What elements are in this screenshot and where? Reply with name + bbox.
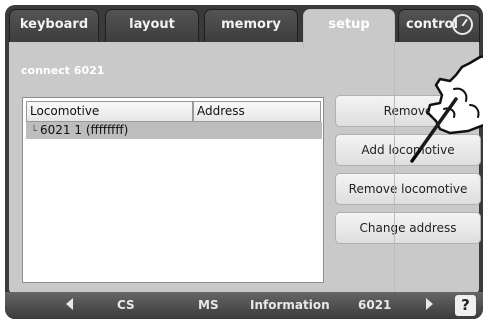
- tab-layout-label: layout: [129, 17, 175, 32]
- arrow-right-icon[interactable]: [426, 298, 434, 313]
- tab-setup-label: setup: [328, 17, 370, 32]
- tab-memory-label: memory: [221, 17, 281, 32]
- tab-setup[interactable]: setup: [303, 9, 395, 49]
- locomotive-list[interactable]: Locomotive Address └ 6021 1 (ffffffff): [22, 97, 324, 283]
- list-item-label: 6021 1 (ffffffff): [40, 123, 129, 137]
- connection-title: connect 6021: [21, 64, 105, 77]
- tab-keyboard[interactable]: keyboard: [9, 9, 99, 43]
- information-button[interactable]: Information: [250, 298, 330, 312]
- column-header-locomotive[interactable]: Locomotive: [26, 101, 193, 122]
- remove-locomotive-label: Remove locomotive: [348, 182, 468, 196]
- bottom-bar: CS MS Information 6021 ?: [5, 292, 483, 319]
- cs-button[interactable]: CS: [117, 298, 135, 312]
- divider: [394, 42, 395, 292]
- list-item[interactable]: └ 6021 1 (ffffffff): [26, 122, 322, 139]
- ms-button[interactable]: MS: [198, 298, 219, 312]
- tab-control[interactable]: control: [398, 9, 480, 43]
- tab-keyboard-label: keyboard: [19, 17, 89, 32]
- change-address-label: Change address: [359, 221, 457, 235]
- column-header-address[interactable]: Address: [193, 101, 321, 122]
- tab-memory[interactable]: memory: [204, 9, 298, 43]
- tab-layout[interactable]: layout: [105, 9, 199, 43]
- device-6021-button[interactable]: 6021: [358, 298, 391, 312]
- change-address-button[interactable]: Change address: [335, 212, 481, 244]
- clock-icon: [452, 14, 473, 35]
- setup-panel: connect 6021 Locomotive Address └ 6021 1 …: [9, 42, 481, 293]
- remove-locomotive-button[interactable]: Remove locomotive: [335, 173, 481, 205]
- help-icon[interactable]: ?: [455, 295, 476, 316]
- tab-control-label: control: [406, 17, 458, 32]
- hand-pointer-icon: [410, 55, 483, 163]
- tree-branch-icon: └: [31, 126, 38, 137]
- app-frame: keyboard layout memory setup control con…: [5, 5, 483, 319]
- arrow-left-icon[interactable]: [66, 298, 74, 313]
